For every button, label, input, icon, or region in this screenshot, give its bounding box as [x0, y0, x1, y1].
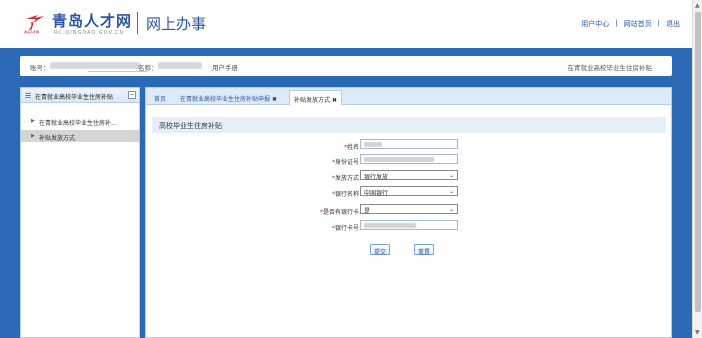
link-separator: | — [615, 19, 618, 27]
logo-divider — [137, 12, 138, 34]
bank-name-select[interactable]: 中国银行 ⌄ — [360, 186, 458, 197]
scrollbar-thumb[interactable] — [695, 12, 701, 312]
close-icon[interactable]: ✖ — [332, 97, 337, 104]
field-label-row: *身份证号 — [286, 155, 359, 166]
select-value: 银行发放 — [364, 174, 389, 181]
name-input[interactable] — [360, 139, 458, 149]
tab-bar: 首页 在青就业高校毕业生住房补贴申报 ✖ 补贴发放方式 ✖ — [146, 88, 671, 105]
chevron-down-icon: ⌄ — [448, 172, 454, 179]
select-value: 中国银行 — [364, 190, 389, 197]
logo-mark-icon — [26, 15, 44, 31]
form-section-header: 高校毕业生住房补贴 — [152, 117, 666, 133]
arrow-right-icon: ▶ — [31, 133, 35, 139]
field-label: *是否有银行卡 — [319, 209, 359, 216]
payment-method-select[interactable]: 银行发放 ⌄ — [360, 170, 458, 181]
sidebar-item-label: 在青就业高校毕业生住房补... — [39, 120, 117, 127]
tab-label: 首页 — [154, 96, 167, 103]
id-number-redacted — [364, 157, 434, 162]
collapse-icon[interactable]: − — [128, 91, 136, 99]
field-label-row: *姓名 — [286, 140, 359, 151]
bank-card-number-redacted — [364, 223, 416, 228]
bank-card-number-input[interactable] — [360, 220, 458, 230]
home-link[interactable]: 网站首页 — [624, 19, 652, 29]
field-label: *银行卡号 — [331, 225, 359, 232]
scroll-up-icon[interactable]: ▲ — [695, 2, 700, 9]
name-value-redacted — [158, 62, 202, 69]
service-title: 在青就业高校毕业生住房补贴 — [567, 64, 653, 72]
field-label: *身份证号 — [331, 159, 359, 166]
chevron-down-icon: ⌄ — [448, 188, 454, 195]
account-value-redacted — [50, 62, 140, 69]
page-scrollbar[interactable]: ▲ ▼ — [692, 0, 702, 338]
logo-domain: RC.QINGDAO.GOV.CN — [54, 30, 125, 36]
tab-home[interactable]: 首页 — [150, 90, 170, 105]
submit-button[interactable]: 提交 — [370, 244, 390, 256]
logo-mark-caption: 青岛人才网 — [24, 30, 40, 34]
tab-label: 补贴发放方式 — [294, 97, 331, 104]
sidebar-item-label: 补贴发放方式 — [39, 135, 76, 142]
page: 青岛人才网 青岛人才网 RC.QINGDAO.GOV.CN 网上办事 用户中心 … — [0, 0, 692, 338]
name-label: 名称： — [138, 64, 158, 72]
logout-link[interactable]: 退出 — [666, 19, 680, 29]
reset-button[interactable]: 重置 — [414, 244, 434, 256]
arrow-right-icon: ▶ — [31, 118, 35, 124]
has-bank-card-select[interactable]: 是 ⌄ — [360, 204, 458, 215]
field-label: *姓名 — [343, 144, 359, 151]
field-label-row: *发放方式 — [286, 171, 359, 182]
sidebar: ☰ 在青就业高校毕业生住房补贴 − ▶ 在青就业高校毕业生住房补... ▶ 补贴… — [20, 87, 140, 338]
link-separator: | — [657, 19, 660, 27]
sidebar-title: 在青就业高校毕业生住房补贴 — [35, 94, 114, 101]
top-links: 用户中心 | 网站首页 | 退出 — [581, 19, 680, 29]
select-value: 是 — [364, 208, 371, 215]
chevron-down-icon: ⌄ — [448, 206, 454, 213]
tab-housing-subsidy-application[interactable]: 在青就业高校毕业生住房补贴申报 ✖ — [176, 90, 281, 105]
user-info-bar: 账号： 名称： 用户手册 在青就业高校毕业生住房补贴 — [20, 56, 672, 76]
account-label: 账号： — [30, 64, 50, 72]
main-panel: 首页 在青就业高校毕业生住房补贴申报 ✖ 补贴发放方式 ✖ 高校毕业生住房补贴 *姓… — [145, 87, 672, 338]
name-value-redacted — [364, 142, 382, 147]
sidebar-item-payment-method[interactable]: ▶ 补贴发放方式 — [21, 130, 139, 142]
scroll-down-icon[interactable]: ▼ — [695, 329, 700, 336]
section-title: 高校毕业生住房补贴 — [159, 122, 222, 130]
logo-name[interactable]: 青岛人才网 — [52, 10, 132, 31]
close-icon[interactable]: ✖ — [272, 96, 277, 103]
field-label: *银行名称 — [331, 191, 359, 198]
field-label-row: *银行卡号 — [286, 221, 359, 232]
tab-payment-method[interactable]: 补贴发放方式 ✖ — [289, 90, 343, 105]
sidebar-item-housing-subsidy[interactable]: ▶ 在青就业高校毕业生住房补... — [21, 115, 139, 127]
menu-icon: ☰ — [25, 92, 32, 100]
header: 青岛人才网 青岛人才网 RC.QINGDAO.GOV.CN 网上办事 用户中心 … — [0, 0, 692, 48]
user-manual-link[interactable]: 用户手册 — [212, 62, 238, 72]
site-subtitle: 网上办事 — [146, 15, 207, 33]
field-label-row: *是否有银行卡 — [286, 205, 359, 216]
user-center-link[interactable]: 用户中心 — [581, 19, 609, 29]
field-label: *发放方式 — [331, 175, 359, 182]
field-label-row: *银行名称 — [286, 187, 359, 198]
tab-label: 在青就业高校毕业生住房补贴申报 — [180, 96, 271, 103]
sidebar-header: ☰ 在青就业高校毕业生住房补贴 − — [21, 88, 139, 103]
id-number-input[interactable] — [360, 154, 458, 164]
